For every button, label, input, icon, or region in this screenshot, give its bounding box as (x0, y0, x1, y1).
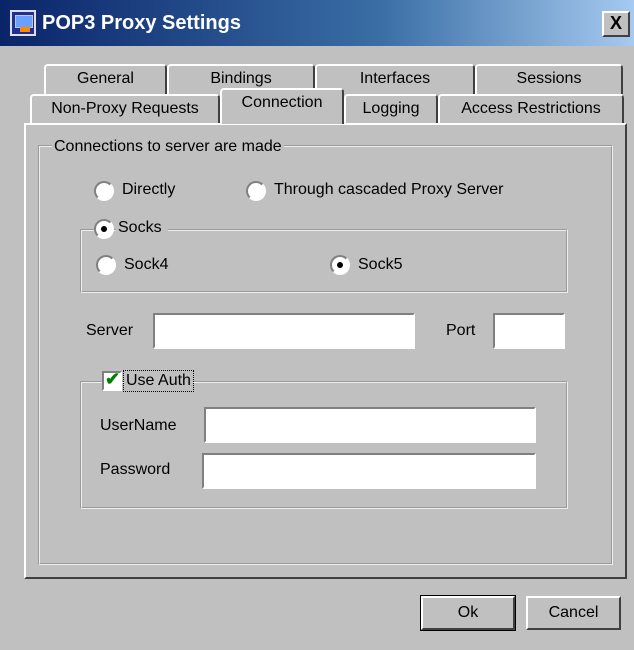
cancel-button[interactable]: Cancel (526, 596, 621, 630)
cascaded-proxy-radio[interactable] (246, 181, 266, 201)
username-label: UserName (100, 417, 177, 434)
directly-radio[interactable] (94, 181, 114, 201)
sock4-label[interactable]: Sock4 (124, 255, 168, 275)
connections-group-label: Connections to server are made (52, 137, 284, 157)
tab-sessions[interactable]: Sessions (475, 64, 623, 94)
tab-non-proxy-requests[interactable]: Non-Proxy Requests (30, 94, 220, 124)
password-label: Password (100, 461, 171, 478)
sock5-radio[interactable] (330, 255, 350, 275)
sock4-radio[interactable] (96, 255, 116, 275)
socks-radio[interactable] (94, 219, 114, 239)
ok-button[interactable]: Ok (420, 595, 516, 631)
tab-general[interactable]: General (44, 64, 167, 94)
app-icon (10, 10, 36, 36)
window-title: POP3 Proxy Settings (42, 12, 241, 34)
title-bar[interactable]: POP3 Proxy Settings X (0, 0, 634, 46)
checkmark-icon: ✔ (105, 369, 121, 389)
username-input[interactable] (204, 407, 536, 443)
auth-group (80, 381, 568, 509)
directly-label[interactable]: Directly (122, 180, 175, 200)
port-label: Port (446, 322, 476, 339)
sock5-label[interactable]: Sock5 (358, 255, 402, 275)
tab-logging[interactable]: Logging (344, 94, 438, 124)
tab-connection[interactable]: Connection (220, 88, 344, 124)
server-label: Server (86, 322, 134, 339)
socks-label[interactable]: Socks (116, 218, 168, 238)
connection-tab-panel: Connections to server are made Directly … (24, 123, 627, 579)
tab-access-restrictions[interactable]: Access Restrictions (438, 94, 624, 124)
close-button[interactable]: X (602, 11, 630, 37)
port-input[interactable] (493, 313, 565, 349)
cascaded-proxy-label[interactable]: Through cascaded Proxy Server (274, 180, 503, 200)
server-input[interactable] (153, 313, 415, 349)
password-input[interactable] (202, 453, 536, 489)
use-auth-checkbox[interactable]: ✔ (102, 369, 122, 391)
use-auth-label[interactable]: Use Auth (123, 370, 194, 392)
